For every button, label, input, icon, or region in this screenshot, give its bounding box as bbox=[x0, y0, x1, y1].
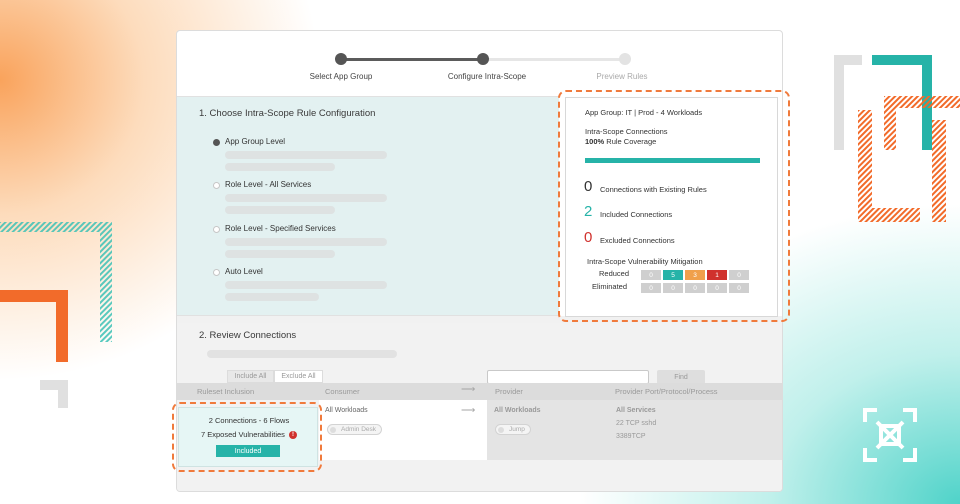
consumer-label-pill[interactable]: Admin Desk bbox=[327, 424, 383, 435]
consumer-label-text: Admin Desk bbox=[341, 426, 377, 433]
stepper-remaining-line bbox=[483, 58, 625, 61]
stepper-progress-line bbox=[341, 58, 483, 61]
provider-label-text: Jump bbox=[509, 426, 525, 433]
description-placeholder bbox=[225, 238, 387, 246]
description-placeholder bbox=[207, 350, 397, 358]
provider-cell: All Workloads Jump All Services 22 TCP s… bbox=[487, 400, 782, 460]
description-placeholder bbox=[225, 250, 335, 258]
consumer-cell: All Workloads Admin Desk ⟶ bbox=[319, 400, 487, 460]
column-header-provider[interactable]: Provider bbox=[495, 387, 523, 396]
radio-label-auto-level[interactable]: Auto Level bbox=[225, 267, 263, 276]
step-dot-configure-intra-scope[interactable] bbox=[477, 53, 489, 65]
radio-role-level-all-services[interactable] bbox=[213, 182, 220, 189]
include-all-button[interactable]: Include All bbox=[227, 370, 274, 383]
illumio-logo-icon bbox=[863, 408, 917, 462]
exclude-all-button[interactable]: Exclude All bbox=[274, 370, 323, 383]
label-toggle-icon bbox=[330, 427, 336, 433]
provider-service-item: 3389TCP bbox=[616, 433, 646, 440]
step-label-preview-rules[interactable]: Preview Rules bbox=[562, 72, 682, 81]
arrow-right-icon: ⟶ bbox=[461, 405, 476, 416]
search-input[interactable] bbox=[487, 370, 649, 384]
table-header: Ruleset Inclusion Consumer Provider Prov… bbox=[177, 383, 782, 400]
provider-workloads: All Workloads bbox=[494, 407, 541, 414]
radio-app-group-level[interactable] bbox=[213, 139, 220, 146]
provider-services-title: All Services bbox=[616, 407, 656, 414]
description-placeholder bbox=[225, 151, 387, 159]
radio-role-level-specified-services[interactable] bbox=[213, 226, 220, 233]
rule-config-section: 1. Choose Intra-Scope Rule Configuration… bbox=[177, 96, 559, 316]
find-button[interactable]: Find bbox=[657, 370, 705, 384]
description-placeholder bbox=[225, 293, 319, 301]
provider-label-pill[interactable]: Jump bbox=[495, 424, 531, 435]
column-header-consumer[interactable]: Consumer bbox=[325, 387, 360, 396]
description-placeholder bbox=[225, 163, 335, 171]
consumer-workloads: All Workloads bbox=[325, 407, 368, 414]
highlight-outline bbox=[558, 90, 790, 322]
description-placeholder bbox=[225, 194, 387, 202]
description-placeholder bbox=[225, 206, 335, 214]
highlight-outline bbox=[172, 402, 322, 472]
radio-label-app-group-level[interactable]: App Group Level bbox=[225, 137, 285, 146]
review-connections-title: 2. Review Connections bbox=[199, 330, 297, 341]
column-header-provider-port[interactable]: Provider Port/Protocol/Process bbox=[615, 387, 718, 396]
provider-service-item: 22 TCP sshd bbox=[616, 420, 657, 427]
label-toggle-icon bbox=[498, 427, 504, 433]
wizard-stepper: Select App Group Configure Intra-Scope P… bbox=[177, 31, 782, 96]
step-dot-preview-rules[interactable] bbox=[619, 53, 631, 65]
radio-label-role-level-all-services[interactable]: Role Level - All Services bbox=[225, 180, 311, 189]
arrow-right-icon: ⟶ bbox=[461, 384, 476, 395]
step-label-configure-intra-scope[interactable]: Configure Intra-Scope bbox=[427, 72, 547, 81]
step-label-select-app-group[interactable]: Select App Group bbox=[281, 72, 401, 81]
radio-auto-level[interactable] bbox=[213, 269, 220, 276]
rule-config-title: 1. Choose Intra-Scope Rule Configuration bbox=[199, 108, 376, 119]
radio-label-role-level-specified-services[interactable]: Role Level - Specified Services bbox=[225, 224, 336, 233]
column-header-ruleset-inclusion[interactable]: Ruleset Inclusion bbox=[197, 387, 254, 396]
description-placeholder bbox=[225, 281, 387, 289]
step-dot-select-app-group[interactable] bbox=[335, 53, 347, 65]
